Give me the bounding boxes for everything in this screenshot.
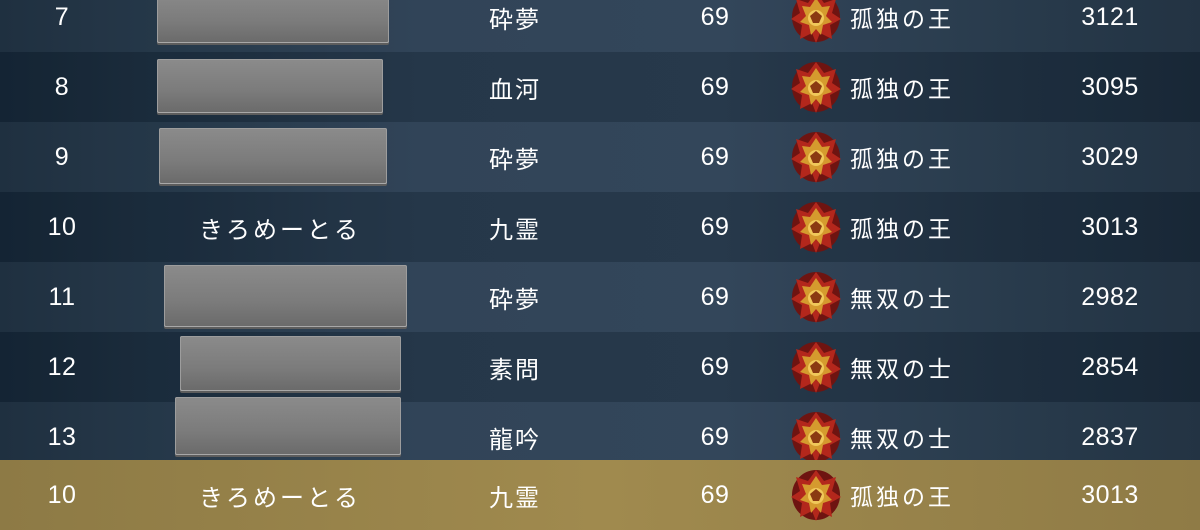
score-value: 3013 [1081,480,1139,509]
redacted-player-name [175,397,401,455]
redacted-player-name [180,336,401,391]
rank-number: 7 [54,2,70,31]
table-row[interactable]: 7 砕夢 69 孤独の王 3121 [0,0,1200,52]
guild-name: 血河 [489,75,541,104]
redacted-player-name [164,265,407,327]
player-level: 69 [700,142,730,171]
rank-number: 12 [47,352,77,381]
player-level: 69 [700,282,730,311]
redacted-player-name [157,59,383,113]
dragon-crest-icon [786,122,846,192]
dragon-crest-icon [786,192,846,262]
score-value: 3029 [1081,142,1139,171]
title-rank-name: 無双の士 [850,287,954,313]
player-level: 69 [700,72,730,101]
rank-number: 10 [47,480,77,509]
player-level: 69 [700,2,730,31]
dragon-crest-icon-svg [791,0,841,43]
score-value: 3121 [1081,2,1139,31]
guild-name: 素問 [489,355,541,384]
player-level: 69 [700,212,730,241]
table-row[interactable]: 10 きろめーとる 九霊 69 孤独の王 3013 [0,192,1200,262]
player-level: 69 [700,480,730,509]
ranking-board: 7 砕夢 69 孤独の王 3121 8 血河 69 孤独の王 3095 9 砕夢… [0,0,1200,530]
title-rank-name: 孤独の王 [850,217,954,243]
rank-number: 11 [48,282,76,311]
title-rank-name: 孤独の王 [850,147,954,173]
title-rank-name: 孤独の王 [850,7,954,33]
score-value: 3095 [1081,72,1139,101]
player-name: きろめーとる [199,215,361,244]
title-rank-name: 孤独の王 [850,77,954,103]
score-value: 2854 [1081,352,1139,381]
self-rank-row[interactable]: 10 きろめーとる 九霊 69 孤独の王 3013 [0,460,1200,530]
table-row[interactable]: 11 砕夢 69 無双の士 2982 [0,262,1200,332]
guild-name: 砕夢 [489,285,541,314]
rank-number: 8 [54,72,70,101]
guild-name: 九霊 [489,215,541,244]
guild-name: 九霊 [489,483,541,512]
dragon-crest-icon [786,52,846,122]
dragon-crest-icon-svg [791,272,841,323]
table-row[interactable]: 12 素問 69 無双の士 2854 [0,332,1200,402]
score-value: 3013 [1081,212,1139,241]
title-rank-name: 孤独の王 [850,485,954,511]
dragon-crest-icon-svg [791,342,841,393]
dragon-crest-icon-svg [791,470,841,521]
dragon-crest-icon [786,460,846,530]
player-level: 69 [700,352,730,381]
guild-name: 砕夢 [489,145,541,174]
redacted-player-name [159,128,387,184]
dragon-crest-icon-svg [791,412,841,463]
dragon-crest-icon-svg [791,62,841,113]
score-value: 2982 [1081,282,1139,311]
guild-name: 砕夢 [489,5,541,34]
dragon-crest-icon [786,0,846,52]
dragon-crest-icon-svg [791,132,841,183]
rank-number: 9 [54,142,70,171]
table-row[interactable]: 9 砕夢 69 孤独の王 3029 [0,122,1200,192]
table-row[interactable]: 8 血河 69 孤独の王 3095 [0,52,1200,122]
dragon-crest-icon [786,262,846,332]
redacted-player-name [157,0,389,43]
dragon-crest-icon-svg [791,202,841,253]
rank-number: 10 [47,212,77,241]
player-name: きろめーとる [199,483,361,512]
title-rank-name: 無双の士 [850,357,954,383]
dragon-crest-icon [786,332,846,402]
